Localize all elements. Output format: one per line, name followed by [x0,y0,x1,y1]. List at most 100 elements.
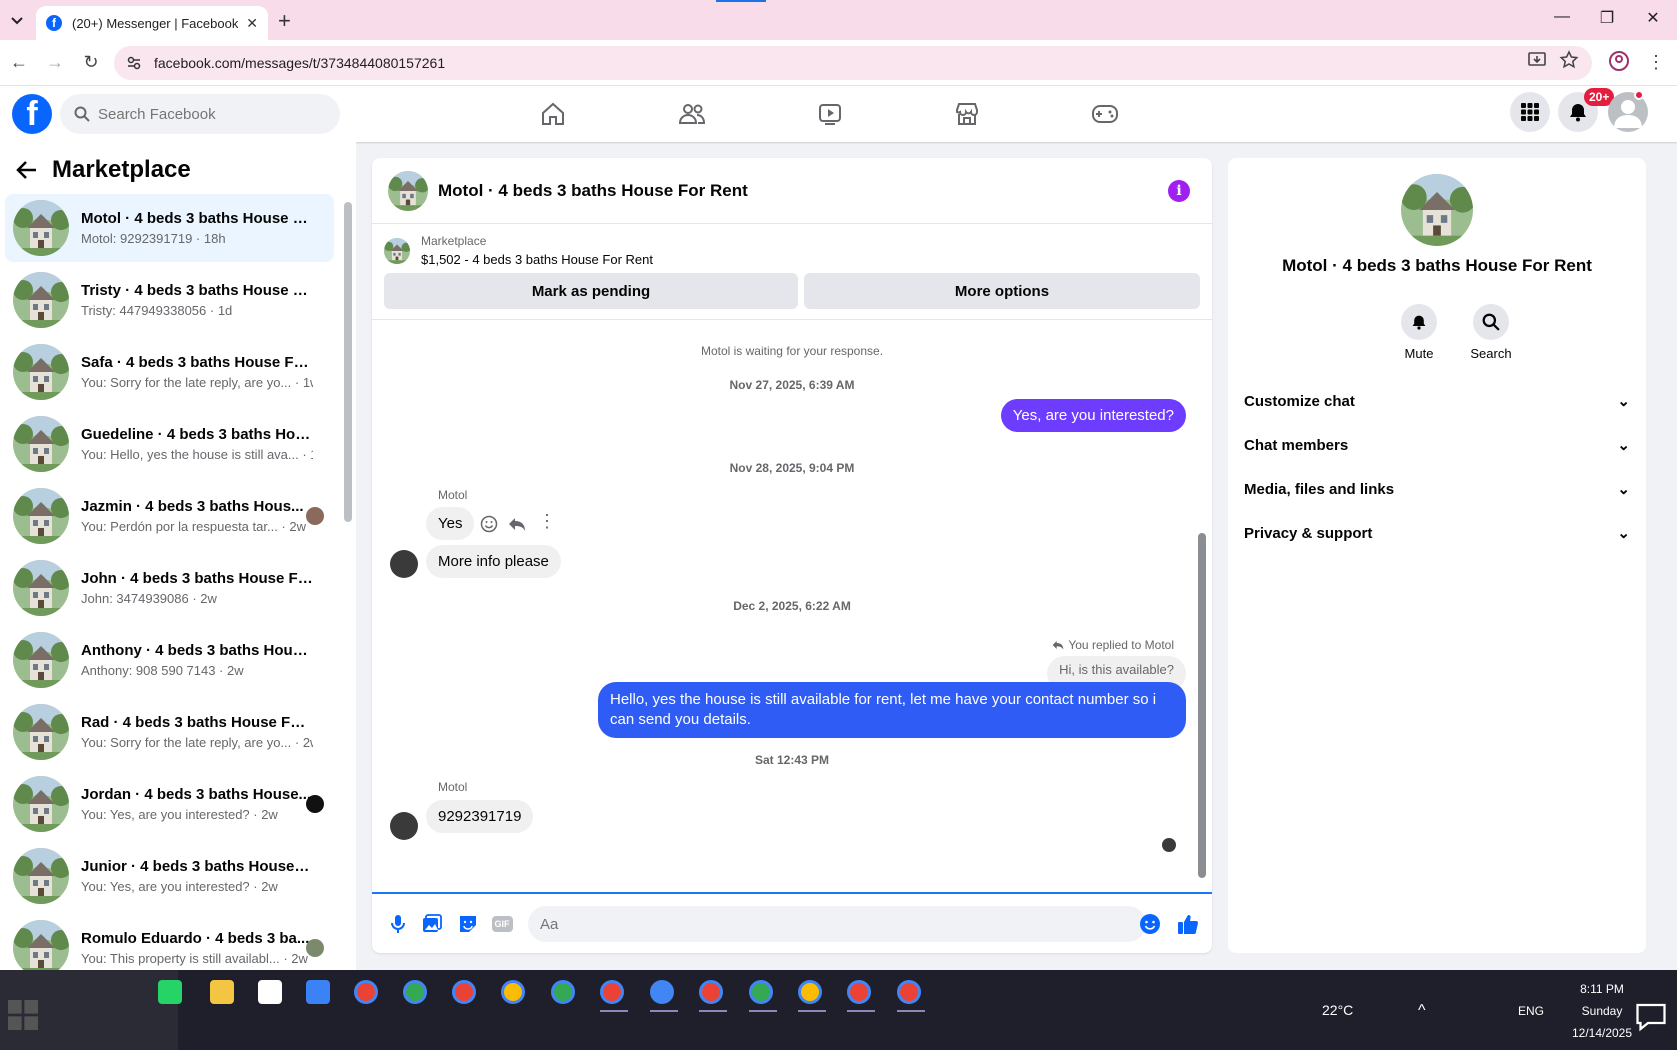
profile-icon[interactable] [1608,50,1630,72]
thumbs-up-icon[interactable] [1176,912,1200,936]
calendar-app-icon[interactable] [306,980,330,1004]
tray-chevron-icon[interactable]: ^ [1418,1002,1426,1020]
watch-nav[interactable] [775,94,885,134]
incoming-message[interactable]: 9292391719 [426,800,534,833]
clock-time[interactable]: 8:11 PM [1565,982,1639,996]
marketplace-nav[interactable] [912,94,1022,134]
sticker-icon[interactable] [456,912,480,936]
browser-tab-messenger[interactable]: f (20+) Messenger | Facebook ✕ [36,6,268,40]
notification-center-icon[interactable] [1636,1002,1666,1032]
conversation-thumbnail [13,272,69,328]
chrome-icon[interactable] [650,980,674,1004]
back-arrow-icon[interactable]: ← [8,52,30,74]
media-files-links-row[interactable]: Media, files and links ⌄ [1244,467,1630,511]
conversation-item[interactable]: Guedeline · 4 beds 3 baths Hous... You: H… [5,410,334,478]
microphone-icon[interactable] [386,912,410,936]
outgoing-message[interactable]: Hello, yes the house is still available … [598,682,1186,738]
chrome-icon[interactable] [403,980,427,1004]
search-input[interactable] [98,105,318,123]
chrome-icon[interactable] [501,980,525,1004]
conversation-thumbnail [13,344,69,400]
clock-date[interactable]: 12/14/2025 [1565,1026,1639,1040]
capcut-icon[interactable] [258,980,282,1004]
listing-large-thumbnail[interactable] [1401,174,1473,246]
minimize-icon[interactable]: — [1547,8,1577,26]
forward-arrow-icon[interactable]: → [44,52,66,74]
chat-members-row[interactable]: Chat members ⌄ [1244,423,1630,467]
file-explorer-icon[interactable] [210,980,234,1004]
back-arrow-icon[interactable] [16,160,38,180]
chrome-icon[interactable] [798,980,822,1004]
chrome-icon[interactable] [600,980,624,1004]
weather-temp[interactable]: 22°C [1322,1002,1353,1018]
page-scrollbar[interactable] [1664,90,1672,958]
conversation-item[interactable]: Tristy · 4 beds 3 baths House For... Tris… [5,266,334,334]
listing-thumbnail[interactable] [388,170,428,211]
more-actions-icon[interactable]: ⋮ [538,511,556,532]
close-window-icon[interactable]: ✕ [1638,8,1668,28]
menu-grid-button[interactable] [1510,92,1550,132]
emoji-icon[interactable] [1138,912,1162,936]
new-tab-plus-icon[interactable]: + [278,8,291,34]
conversation-item[interactable]: Safa · 4 beds 3 baths House For ... You: … [5,338,334,406]
sender-avatar[interactable] [390,550,418,578]
chrome-icon[interactable] [699,980,723,1004]
privacy-support-row[interactable]: Privacy & support ⌄ [1244,511,1630,555]
conversation-item[interactable]: Junior · 4 beds 3 baths House F... You: Y… [5,842,334,910]
language-indicator[interactable]: ENG [1518,1004,1544,1018]
chrome-icon[interactable] [897,980,921,1004]
conversation-item[interactable]: Rad · 4 beds 3 baths House For ... You: S… [5,698,334,766]
chrome-icon[interactable] [551,980,575,1004]
conversation-item[interactable]: Motol · 4 beds 3 baths House Fo... Motol:… [5,194,334,262]
mute-button[interactable]: Mute [1384,304,1454,361]
facebook-search[interactable] [60,94,340,134]
whatsapp-icon[interactable] [158,980,182,1004]
message-input[interactable] [540,915,1100,933]
gaming-nav[interactable] [1050,94,1160,134]
conversation-preview: Anthony: 908 590 7143 · 2w [81,663,244,678]
incoming-message[interactable]: More info please [426,545,561,578]
site-info-icon[interactable] [126,55,142,71]
chat-scrollbar[interactable] [1198,533,1206,878]
chat-title[interactable]: Motol · 4 beds 3 baths House For Rent [438,181,748,201]
conversation-item[interactable]: Jordan · 4 beds 3 baths House... You: Yes… [5,770,334,838]
search-in-chat-button[interactable]: Search [1456,304,1526,361]
chrome-icon[interactable] [354,980,378,1004]
conversation-item[interactable]: Jazmin · 4 beds 3 baths Hous... You: Perd… [5,482,334,550]
conversation-item[interactable]: Anthony · 4 beds 3 baths House ... Anthon… [5,626,334,694]
conversation-scrollbar[interactable] [344,202,352,522]
listing-banner-thumbnail[interactable] [384,238,410,264]
url-omnibox[interactable]: facebook.com/messages/t/3734844080157261 [114,46,1592,80]
facebook-logo-icon[interactable]: f [12,94,52,134]
photo-icon[interactable] [420,912,444,936]
listing-banner: Marketplace $1,502 - 4 beds 3 baths Hous… [372,224,1212,320]
conversation-item[interactable]: Romulo Eduardo · 4 beds 3 ba... You: This… [5,914,334,970]
gif-icon[interactable]: GIF [490,912,514,936]
sender-avatar[interactable] [390,812,418,840]
tab-search-dropdown-icon[interactable] [6,10,28,32]
tab-close-icon[interactable]: ✕ [246,15,258,32]
incoming-message[interactable]: Yes [426,507,475,540]
chrome-icon[interactable] [452,980,476,1004]
clock-day[interactable]: Sunday [1565,1004,1639,1018]
windows-start-icon[interactable] [8,1000,38,1030]
chrome-icon[interactable] [749,980,773,1004]
home-nav[interactable] [498,94,608,134]
conversation-item[interactable]: John · 4 beds 3 baths House For... John: … [5,554,334,622]
browser-menu-icon[interactable]: ⋮ [1645,52,1667,74]
reply-icon[interactable] [508,515,526,533]
friends-nav[interactable] [637,94,747,134]
outgoing-message[interactable]: Yes, are you interested? [1000,399,1186,432]
more-options-button[interactable]: More options [804,273,1200,309]
listing-price[interactable]: $1,502 - 4 beds 3 baths House For Rent [421,252,653,267]
react-emoji-icon[interactable] [480,515,498,533]
customize-chat-row[interactable]: Customize chat ⌄ [1244,379,1630,423]
bookmark-star-icon[interactable] [1559,50,1579,70]
mark-as-pending-button[interactable]: Mark as pending [384,273,798,309]
install-app-icon[interactable] [1527,50,1547,70]
chrome-icon[interactable] [847,980,871,1004]
info-icon[interactable]: i [1168,180,1190,202]
reload-icon[interactable]: ↻ [80,52,102,74]
message-input-wrapper[interactable] [528,906,1146,942]
restore-icon[interactable]: ❐ [1592,8,1622,28]
